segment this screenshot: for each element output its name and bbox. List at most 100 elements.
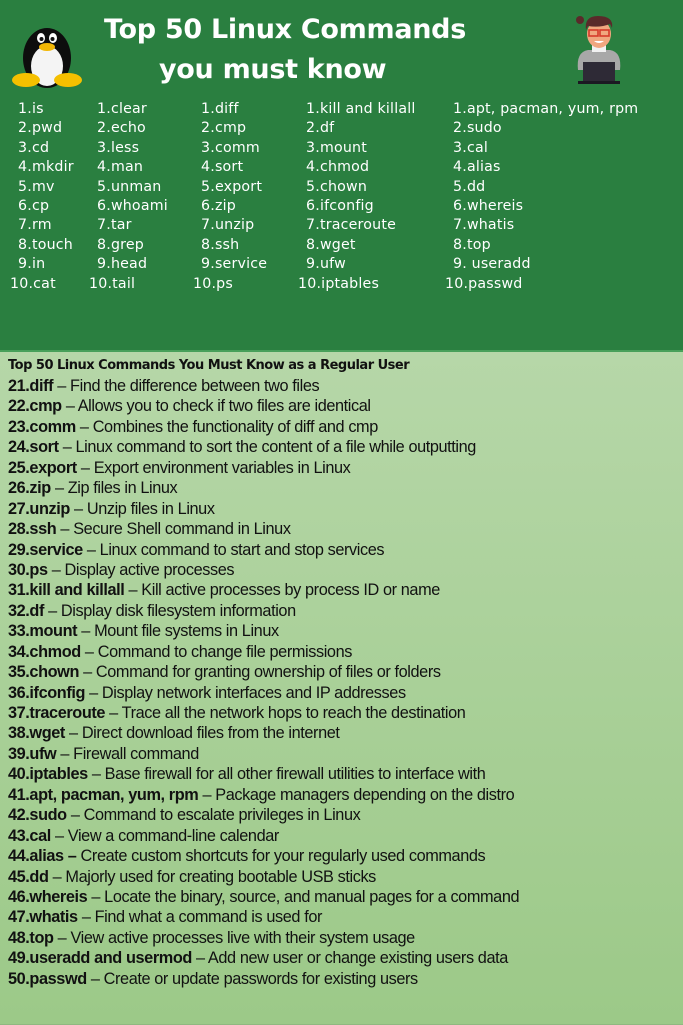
command-details-panel: Top 50 Linux Commands You Must Know as a… (0, 350, 683, 1025)
command-list-item: 4.sort (201, 158, 267, 177)
command-list-item: 5.chown (306, 178, 416, 197)
command-column-3: 1.diff 2.cmp 3.comm 4.sort 5.export 6.zip 7.un… (193, 100, 267, 294)
command-description: – View a command-line calendar (50, 826, 279, 845)
item-number: 6. (201, 197, 215, 214)
command-list-item: 7.whatis (453, 216, 638, 235)
command-description-row: 40.iptables – Base firewall for all othe… (8, 764, 519, 784)
command-name: 46.whereis (8, 887, 88, 906)
command-description-row: 45.dd – Majorly used for creating bootab… (8, 867, 519, 887)
command-name: 49.useradd and usermod (8, 949, 192, 968)
command-list-item: 5.dd (453, 178, 638, 197)
item-number: 8. (18, 236, 32, 253)
command-name: 41.apt, pacman, yum, rpm (8, 785, 199, 804)
item-number: 10. (445, 275, 469, 292)
item-number: 9. (18, 256, 32, 273)
command-list-item: 6.whoami (97, 197, 168, 216)
command-list-item: 9.head (97, 255, 168, 274)
command-list-item: 3.cal (453, 139, 638, 158)
item-command: comm (214, 139, 260, 156)
command-name: 40.iptables (8, 765, 88, 784)
command-description-row: 26.zip – Zip files in Linux (8, 478, 519, 498)
command-list-item: 2.df (306, 119, 416, 138)
command-list-item: 3.less (97, 139, 168, 158)
command-description-row: 49.useradd and usermod – Add new user or… (8, 948, 519, 968)
command-list-item: 1.is (18, 100, 74, 119)
item-command: traceroute (319, 217, 397, 234)
command-description: – Linux command to start and stop servic… (82, 540, 385, 559)
command-description-row: 25.export – Export environment variables… (8, 458, 519, 478)
command-list-item: 8.grep (97, 236, 168, 255)
item-number: 5. (453, 178, 467, 195)
command-columns: 1.is 2.pwd 3.cd 4.mkdir 5.mv 6.cp 7.rm 8.touch 9… (0, 100, 683, 300)
command-description-row: 44.alias – Create custom shortcuts for y… (8, 846, 519, 866)
command-name: 42.sudo (8, 806, 67, 825)
item-command: dd (466, 178, 486, 195)
command-name: 36.ifconfig (8, 683, 86, 702)
command-description: – Zip files in Linux (50, 479, 178, 498)
item-number: 3. (453, 139, 467, 156)
command-list-item: 10.tail (89, 275, 168, 294)
item-number: 1. (453, 101, 467, 117)
command-column-1: 1.is 2.pwd 3.cd 4.mkdir 5.mv 6.cp 7.rm 8.touch 9… (10, 100, 74, 294)
item-command: mv (31, 178, 55, 195)
item-command: man (110, 159, 144, 176)
item-number: 2. (97, 120, 111, 137)
item-command: cal (466, 139, 488, 156)
item-number: 5. (201, 178, 215, 195)
item-command: export (214, 178, 263, 195)
item-command: tail (112, 275, 136, 292)
item-number: 6. (306, 197, 320, 214)
item-number: 8. (97, 236, 111, 253)
command-description-row: 24.sort – Linux command to sort the cont… (8, 437, 519, 457)
item-number: 7. (18, 217, 32, 234)
command-list-item: 9.service (201, 255, 267, 274)
item-number: 9. (97, 256, 111, 273)
item-command: rm (31, 217, 52, 234)
command-description: – Locate the binary, source, and manual … (87, 887, 520, 906)
item-number: 2. (453, 120, 467, 137)
command-description-row: 39.ufw – Firewall command (8, 744, 519, 764)
command-list-item: 1.diff (201, 100, 267, 119)
command-description-row: 32.df – Display disk filesystem informat… (8, 601, 519, 621)
item-number: 5. (97, 178, 111, 195)
command-description-row: 38.wget – Direct download files from the… (8, 723, 519, 743)
command-column-4: 1.kill and killall 2.df 3.mount 4.chmod 5.ch… (298, 100, 416, 294)
command-description: – Create or update passwords for existin… (86, 969, 418, 988)
item-command: wget (319, 236, 356, 253)
tux-penguin-icon (12, 28, 82, 88)
item-command: cd (31, 139, 50, 156)
command-name: 33.mount (8, 622, 78, 641)
command-description: – Command to change file permissions (80, 642, 352, 661)
item-number: 4. (97, 159, 111, 176)
command-name: 44.alias – (8, 847, 77, 866)
item-command: service (214, 256, 268, 273)
command-description: – Linux command to sort the content of a… (58, 438, 477, 457)
item-number: 9. (201, 256, 215, 273)
item-command: mount (319, 139, 367, 156)
command-list-item: 3.cd (18, 139, 74, 158)
command-description: – Trace all the network hops to reach th… (105, 704, 466, 722)
item-command: alias (466, 159, 501, 176)
item-number: 3. (201, 139, 215, 156)
command-list-item: 4.man (97, 158, 168, 177)
item-number: 9. (453, 256, 467, 273)
command-list-item: 1.kill and killall (306, 100, 416, 119)
command-description: – Kill active processes by process ID or… (124, 581, 441, 600)
command-name: 35.chown (8, 663, 79, 682)
item-number: 10. (89, 275, 113, 292)
item-command: whereis (466, 197, 524, 214)
item-command: chmod (319, 159, 370, 176)
item-number: 6. (453, 197, 467, 214)
item-number: 4. (306, 159, 320, 176)
title-line-2: you must know (159, 54, 387, 85)
command-name: 22.cmp (8, 397, 62, 416)
command-name: 38.wget (8, 724, 65, 743)
details-list: 21.diff – Find the difference between tw… (8, 376, 520, 989)
item-command: ufw (319, 256, 346, 273)
command-description-row: 37.traceroute – Trace all the network ho… (8, 703, 519, 723)
command-name: 32.df (8, 601, 45, 620)
item-number: 8. (201, 236, 215, 253)
item-number: 2. (18, 120, 32, 137)
item-number: 3. (18, 139, 32, 156)
item-command: clear (110, 101, 147, 117)
